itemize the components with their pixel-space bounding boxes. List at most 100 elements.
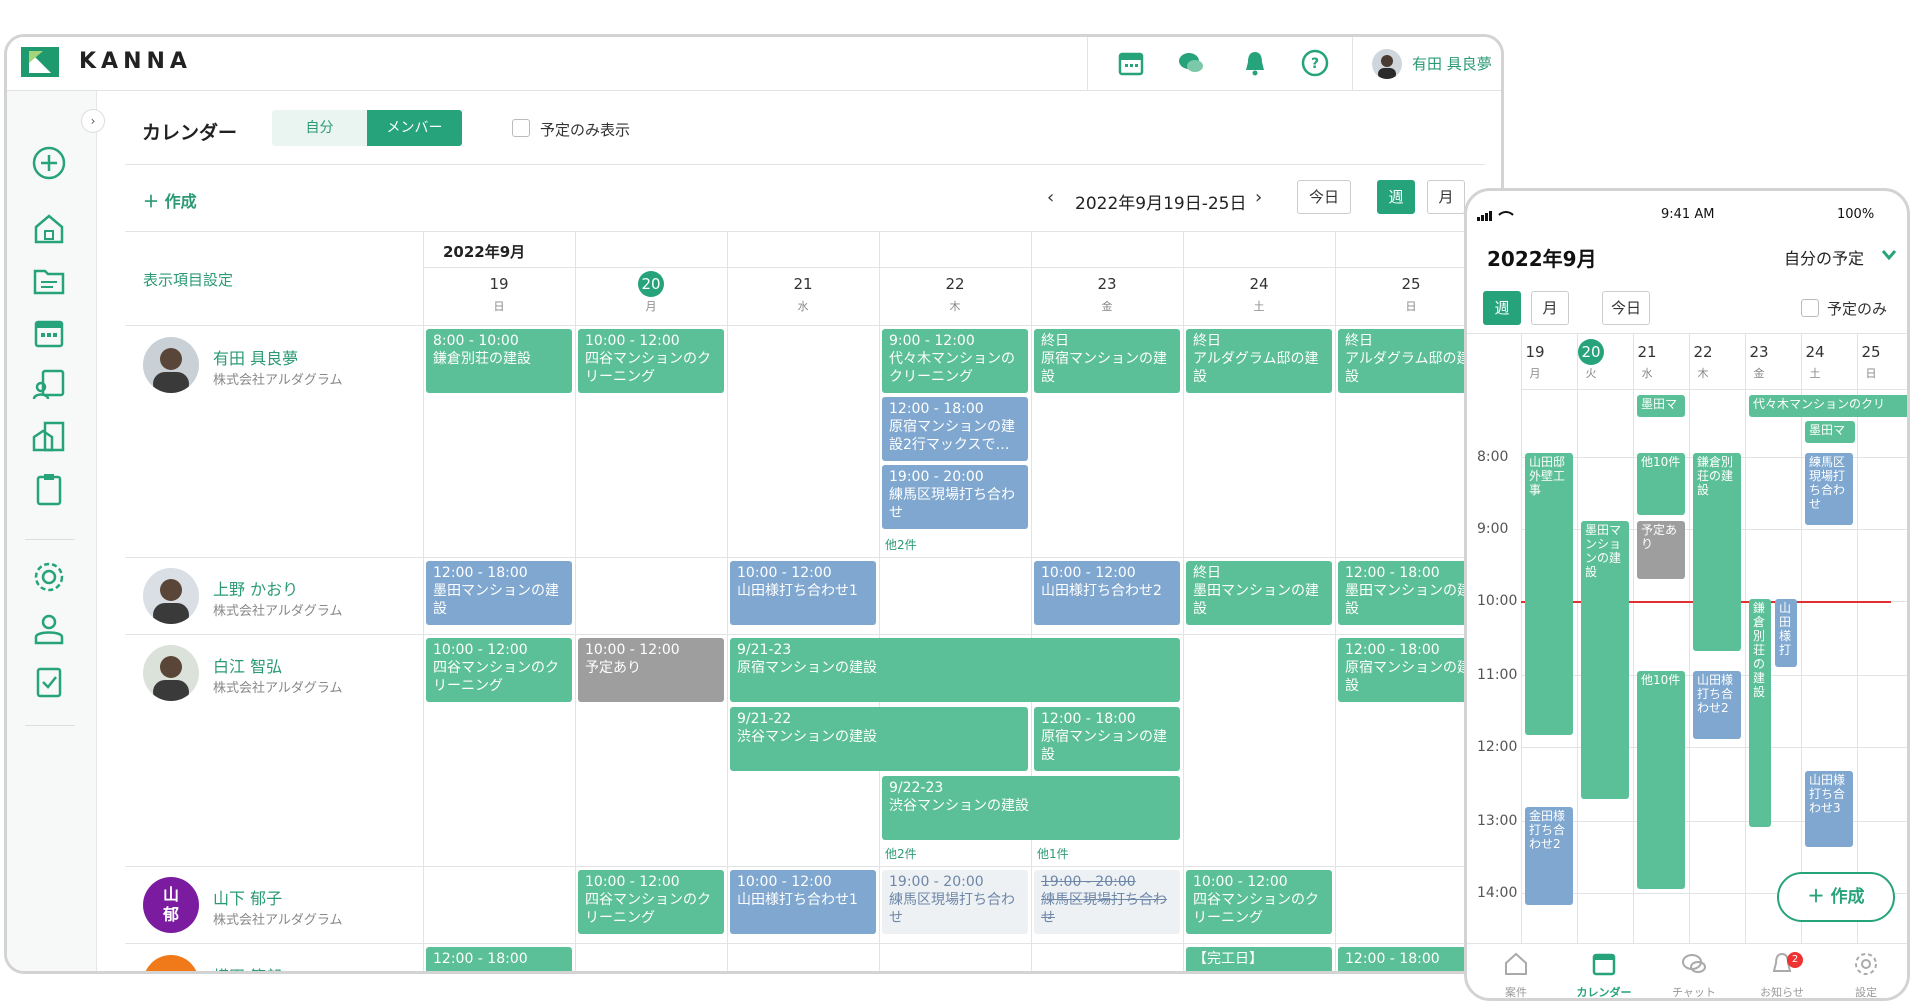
calendar-nav-icon[interactable] <box>31 315 67 351</box>
tab-members[interactable]: メンバー <box>367 110 462 146</box>
calendar-event[interactable]: 8:00 - 10:00 鎌倉別荘の建設 <box>426 329 572 393</box>
next-week-button[interactable]: › <box>1255 187 1262 208</box>
month-view-button[interactable]: 月 <box>1427 180 1465 214</box>
event-title: 四谷マンションのクリーニング <box>585 892 711 926</box>
tab-notifications[interactable]: 2 お知らせ <box>1747 950 1817 998</box>
tab-settings[interactable]: 設定 <box>1831 950 1901 998</box>
member-name[interactable]: 山下 郁子 <box>213 885 282 909</box>
phone-calendar-event[interactable]: 山田様打ち合わせ2 <box>1693 671 1741 739</box>
clipboard-icon[interactable] <box>31 471 67 507</box>
prev-week-button[interactable]: ‹ <box>1047 187 1054 208</box>
more-link[interactable]: 他2件 <box>885 845 917 862</box>
bell-icon[interactable] <box>1241 49 1269 77</box>
event-time: 9:00 - 12:00 <box>889 333 975 349</box>
checklist-icon[interactable] <box>31 663 67 699</box>
contacts-icon[interactable] <box>31 367 67 403</box>
home-icon[interactable] <box>31 211 67 247</box>
phone-calendar-event[interactable]: 山田様打 <box>1775 599 1797 667</box>
calendar-event[interactable]: 12:00 - 18:00 原宿マンションの建設 <box>1034 707 1180 771</box>
calendar-event[interactable]: 10:00 - 12:00 予定あり <box>578 638 724 702</box>
calendar-event[interactable]: 10:00 - 12:00 四谷マンションのクリーニング <box>578 329 724 393</box>
phone-calendar-event[interactable]: 山田様打ち合わせ3 <box>1805 771 1853 847</box>
tab-projects[interactable]: 案件 <box>1481 950 1551 998</box>
phone-week-button[interactable]: 週 <box>1483 291 1521 325</box>
more-link[interactable]: 他1件 <box>1037 845 1069 862</box>
event-title: 渋谷マンションの建設 <box>889 798 1029 814</box>
calendar-event[interactable]: 10:00 - 12:00 山田様打ち合わせ1 <box>730 870 876 934</box>
user-name[interactable]: 有田 具良夢 <box>1412 53 1492 74</box>
today-button[interactable]: 今日 <box>1297 180 1351 214</box>
calendar-event[interactable]: 終日 アルダグラム邸の建設 <box>1338 329 1484 393</box>
phone-calendar-event[interactable]: 鎌倉別荘の建設 <box>1693 453 1741 651</box>
day-of-week: 日 <box>493 300 505 313</box>
calendar-event[interactable]: 10:00 - 12:00 四谷マンションのクリーニング <box>578 870 724 934</box>
tab-calendar[interactable]: カレンダー <box>1569 950 1639 998</box>
calendar-event[interactable]: 9/22-23 渋谷マンションの建設 <box>882 776 1180 840</box>
chevron-down-icon[interactable] <box>1881 249 1897 261</box>
grid-line <box>1745 333 1746 943</box>
phone-calendar-event[interactable]: 金田様打ち合わせ2 <box>1525 807 1573 905</box>
calendar-event[interactable]: 終日 原宿マンションの建設 <box>1034 329 1180 393</box>
phone-calendar-event[interactable]: 墨田マ <box>1637 395 1685 417</box>
display-settings-link[interactable]: 表示項目設定 <box>143 269 233 290</box>
more-link[interactable]: 他2件 <box>885 536 917 553</box>
phone-calendar-event[interactable]: 墨田マンションの建設 <box>1581 521 1629 799</box>
day-header: 21 水 <box>727 271 879 314</box>
phone-calendar-event[interactable]: 代々木マンションのクリ <box>1749 395 1907 417</box>
chat-icon[interactable] <box>1177 49 1205 77</box>
week-view-button[interactable]: 週 <box>1377 180 1415 214</box>
calendar-icon[interactable] <box>1117 49 1145 77</box>
folder-icon[interactable] <box>31 263 67 299</box>
tab-chat[interactable]: チャット <box>1659 950 1729 998</box>
calendar-event[interactable]: 10:00 - 12:00 四谷マンションのクリーニング <box>1186 870 1332 934</box>
phone-calendar-event[interactable]: 他10件 <box>1637 453 1685 515</box>
calendar-event[interactable]: 19:00 - 20:00 練馬区現場打ち合わせ <box>882 870 1028 934</box>
gear-icon[interactable] <box>31 559 67 595</box>
phone-only-schedule-checkbox[interactable] <box>1801 299 1819 317</box>
help-icon[interactable]: ? <box>1301 49 1329 77</box>
phone-create-button[interactable]: ＋ 作成 <box>1777 872 1895 922</box>
calendar-event[interactable]: 終日 墨田マンションの建設 <box>1186 561 1332 625</box>
day-of-week: 金 <box>1753 367 1765 380</box>
phone-calendar-event[interactable]: 練馬区現場打ち合わせ <box>1805 453 1853 525</box>
only-schedule-checkbox[interactable] <box>512 119 530 137</box>
calendar-event[interactable]: 12:00 - 18:00 <box>426 947 572 971</box>
my-schedule-dropdown[interactable]: 自分の予定 <box>1784 245 1864 269</box>
calendar-event[interactable]: 19:00 - 20:00 練馬区現場打ち合わせ <box>1034 870 1180 934</box>
calendar-event[interactable]: 終日 アルダグラム邸の建設 <box>1186 329 1332 393</box>
calendar-event[interactable]: 9:00 - 12:00 代々木マンションのクリーニング <box>882 329 1028 393</box>
phone-calendar-event[interactable]: 他10件 <box>1637 671 1685 889</box>
phone-calendar-event[interactable]: 予定あり <box>1637 521 1685 579</box>
calendar-event[interactable]: 12:00 - 18:00 原宿マンションの建設2行マックスで… <box>882 397 1028 461</box>
phone-today-button[interactable]: 今日 <box>1602 291 1650 325</box>
member-name[interactable]: 横田 篤郎 <box>213 963 282 971</box>
member-company: 株式会社アルダグラム <box>213 373 343 388</box>
phone-calendar-event[interactable]: 山田邸外壁工事 <box>1525 453 1573 735</box>
calendar-event[interactable]: 19:00 - 20:00 練馬区現場打ち合わせ <box>882 465 1028 529</box>
calendar-event[interactable]: 9/21-22 渋谷マンションの建設 <box>730 707 1028 771</box>
calendar-event[interactable]: 12:00 - 18:00 墨田マンションの建設 <box>1338 561 1484 625</box>
phone-calendar-event[interactable]: 墨田マ <box>1805 421 1855 443</box>
calendar-event[interactable]: 10:00 - 12:00 四谷マンションのクリーニング <box>426 638 572 702</box>
user-avatar[interactable] <box>1372 49 1402 79</box>
create-button[interactable]: ＋ 作成 <box>143 188 197 212</box>
add-circle-icon[interactable] <box>31 145 67 181</box>
buildings-icon[interactable] <box>31 419 67 455</box>
member-name[interactable]: 有田 具良夢 <box>213 345 298 369</box>
sidebar-collapse-button[interactable]: › <box>81 109 105 133</box>
event-time: 12:00 - 18:00 <box>1345 565 1440 581</box>
phone-month-button[interactable]: 月 <box>1531 291 1569 325</box>
calendar-event[interactable]: 【完工日】 <box>1186 947 1332 971</box>
calendar-event[interactable]: 12:00 - 18:00 墨田マンションの建設 <box>426 561 572 625</box>
member-name[interactable]: 白江 智弘 <box>213 653 282 677</box>
calendar-event[interactable]: 10:00 - 12:00 山田様打ち合わせ1 <box>730 561 876 625</box>
phone-calendar-event[interactable]: 鎌倉別荘の建設 <box>1749 599 1771 827</box>
user-icon[interactable] <box>31 611 67 647</box>
member-name[interactable]: 上野 かおり <box>213 576 298 600</box>
calendar-event[interactable]: 12:00 - 18:00 原宿マンションの建設 <box>1338 638 1484 702</box>
calendar-event[interactable]: 9/21-23 原宿マンションの建設 <box>730 638 1180 702</box>
event-time: 19:00 - 20:00 <box>1041 874 1136 890</box>
tab-self[interactable]: 自分 <box>272 110 367 146</box>
calendar-event[interactable]: 10:00 - 12:00 山田様打ち合わせ2 <box>1034 561 1180 625</box>
calendar-event[interactable]: 12:00 - 18:00 <box>1338 947 1484 971</box>
